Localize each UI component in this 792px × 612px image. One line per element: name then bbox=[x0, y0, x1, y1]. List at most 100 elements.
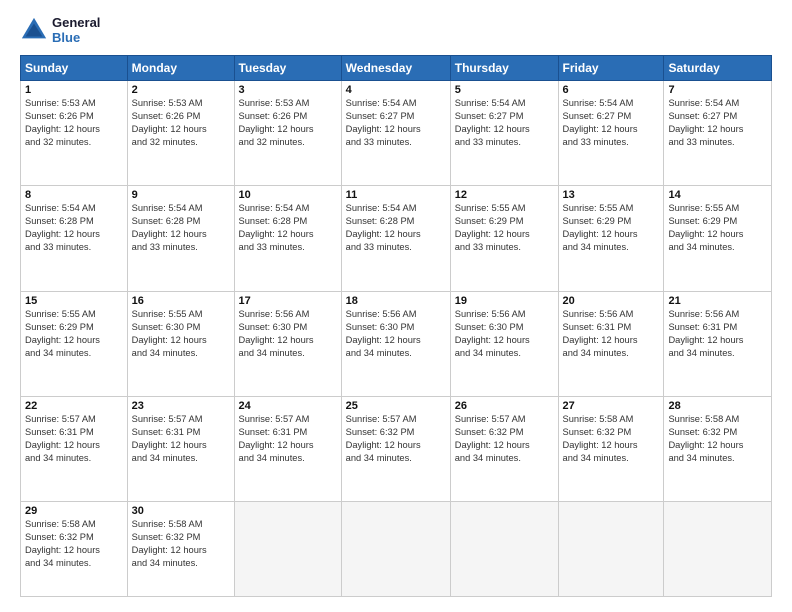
day-number: 3 bbox=[239, 84, 337, 96]
day-info: Sunrise: 5:57 AM Sunset: 6:32 PM Dayligh… bbox=[346, 413, 446, 465]
day-info: Sunrise: 5:57 AM Sunset: 6:31 PM Dayligh… bbox=[132, 413, 230, 465]
calendar-cell: 21Sunrise: 5:56 AM Sunset: 6:31 PM Dayli… bbox=[664, 291, 772, 396]
day-number: 28 bbox=[668, 400, 767, 412]
day-number: 13 bbox=[563, 189, 660, 201]
day-number: 4 bbox=[346, 84, 446, 96]
day-number: 14 bbox=[668, 189, 767, 201]
day-info: Sunrise: 5:56 AM Sunset: 6:30 PM Dayligh… bbox=[346, 308, 446, 360]
day-number: 5 bbox=[455, 84, 554, 96]
day-info: Sunrise: 5:56 AM Sunset: 6:30 PM Dayligh… bbox=[239, 308, 337, 360]
calendar-table: SundayMondayTuesdayWednesdayThursdayFrid… bbox=[20, 55, 772, 597]
day-number: 23 bbox=[132, 400, 230, 412]
calendar-cell: 24Sunrise: 5:57 AM Sunset: 6:31 PM Dayli… bbox=[234, 396, 341, 501]
calendar-week-row: 1Sunrise: 5:53 AM Sunset: 6:26 PM Daylig… bbox=[21, 81, 772, 186]
day-number: 18 bbox=[346, 295, 446, 307]
calendar-cell: 15Sunrise: 5:55 AM Sunset: 6:29 PM Dayli… bbox=[21, 291, 128, 396]
day-info: Sunrise: 5:58 AM Sunset: 6:32 PM Dayligh… bbox=[132, 518, 230, 570]
day-info: Sunrise: 5:54 AM Sunset: 6:27 PM Dayligh… bbox=[346, 97, 446, 149]
day-info: Sunrise: 5:58 AM Sunset: 6:32 PM Dayligh… bbox=[563, 413, 660, 465]
day-info: Sunrise: 5:57 AM Sunset: 6:31 PM Dayligh… bbox=[239, 413, 337, 465]
day-info: Sunrise: 5:56 AM Sunset: 6:30 PM Dayligh… bbox=[455, 308, 554, 360]
day-info: Sunrise: 5:58 AM Sunset: 6:32 PM Dayligh… bbox=[25, 518, 123, 570]
day-number: 1 bbox=[25, 84, 123, 96]
header: General Blue bbox=[20, 15, 772, 45]
calendar-cell: 17Sunrise: 5:56 AM Sunset: 6:30 PM Dayli… bbox=[234, 291, 341, 396]
calendar-header-monday: Monday bbox=[127, 56, 234, 81]
calendar-cell: 16Sunrise: 5:55 AM Sunset: 6:30 PM Dayli… bbox=[127, 291, 234, 396]
calendar-header-row: SundayMondayTuesdayWednesdayThursdayFrid… bbox=[21, 56, 772, 81]
calendar-header-wednesday: Wednesday bbox=[341, 56, 450, 81]
day-info: Sunrise: 5:54 AM Sunset: 6:27 PM Dayligh… bbox=[563, 97, 660, 149]
day-info: Sunrise: 5:54 AM Sunset: 6:28 PM Dayligh… bbox=[25, 202, 123, 254]
calendar-cell bbox=[558, 502, 664, 597]
calendar-cell: 6Sunrise: 5:54 AM Sunset: 6:27 PM Daylig… bbox=[558, 81, 664, 186]
logo: General Blue bbox=[20, 15, 100, 45]
calendar-header-friday: Friday bbox=[558, 56, 664, 81]
day-info: Sunrise: 5:55 AM Sunset: 6:29 PM Dayligh… bbox=[563, 202, 660, 254]
day-info: Sunrise: 5:55 AM Sunset: 6:29 PM Dayligh… bbox=[25, 308, 123, 360]
calendar-header-thursday: Thursday bbox=[450, 56, 558, 81]
day-number: 22 bbox=[25, 400, 123, 412]
day-info: Sunrise: 5:53 AM Sunset: 6:26 PM Dayligh… bbox=[25, 97, 123, 149]
day-number: 26 bbox=[455, 400, 554, 412]
day-info: Sunrise: 5:57 AM Sunset: 6:31 PM Dayligh… bbox=[25, 413, 123, 465]
day-number: 11 bbox=[346, 189, 446, 201]
calendar-cell: 30Sunrise: 5:58 AM Sunset: 6:32 PM Dayli… bbox=[127, 502, 234, 597]
day-info: Sunrise: 5:55 AM Sunset: 6:29 PM Dayligh… bbox=[668, 202, 767, 254]
calendar-cell: 27Sunrise: 5:58 AM Sunset: 6:32 PM Dayli… bbox=[558, 396, 664, 501]
calendar-cell: 3Sunrise: 5:53 AM Sunset: 6:26 PM Daylig… bbox=[234, 81, 341, 186]
calendar-week-row: 8Sunrise: 5:54 AM Sunset: 6:28 PM Daylig… bbox=[21, 186, 772, 291]
calendar-cell: 26Sunrise: 5:57 AM Sunset: 6:32 PM Dayli… bbox=[450, 396, 558, 501]
calendar-week-row: 22Sunrise: 5:57 AM Sunset: 6:31 PM Dayli… bbox=[21, 396, 772, 501]
day-info: Sunrise: 5:54 AM Sunset: 6:27 PM Dayligh… bbox=[668, 97, 767, 149]
day-info: Sunrise: 5:55 AM Sunset: 6:29 PM Dayligh… bbox=[455, 202, 554, 254]
calendar-cell bbox=[341, 502, 450, 597]
day-info: Sunrise: 5:53 AM Sunset: 6:26 PM Dayligh… bbox=[132, 97, 230, 149]
calendar-cell: 25Sunrise: 5:57 AM Sunset: 6:32 PM Dayli… bbox=[341, 396, 450, 501]
calendar-cell: 2Sunrise: 5:53 AM Sunset: 6:26 PM Daylig… bbox=[127, 81, 234, 186]
calendar-cell: 9Sunrise: 5:54 AM Sunset: 6:28 PM Daylig… bbox=[127, 186, 234, 291]
day-number: 2 bbox=[132, 84, 230, 96]
day-number: 25 bbox=[346, 400, 446, 412]
day-number: 20 bbox=[563, 295, 660, 307]
day-info: Sunrise: 5:54 AM Sunset: 6:28 PM Dayligh… bbox=[346, 202, 446, 254]
day-info: Sunrise: 5:56 AM Sunset: 6:31 PM Dayligh… bbox=[563, 308, 660, 360]
day-info: Sunrise: 5:56 AM Sunset: 6:31 PM Dayligh… bbox=[668, 308, 767, 360]
calendar-week-row: 15Sunrise: 5:55 AM Sunset: 6:29 PM Dayli… bbox=[21, 291, 772, 396]
calendar-week-row: 29Sunrise: 5:58 AM Sunset: 6:32 PM Dayli… bbox=[21, 502, 772, 597]
calendar-cell: 22Sunrise: 5:57 AM Sunset: 6:31 PM Dayli… bbox=[21, 396, 128, 501]
page: General Blue SundayMondayTuesdayWednesda… bbox=[0, 0, 792, 612]
calendar-cell bbox=[234, 502, 341, 597]
day-number: 16 bbox=[132, 295, 230, 307]
day-number: 15 bbox=[25, 295, 123, 307]
day-number: 10 bbox=[239, 189, 337, 201]
calendar-cell: 19Sunrise: 5:56 AM Sunset: 6:30 PM Dayli… bbox=[450, 291, 558, 396]
logo-icon bbox=[20, 16, 48, 44]
calendar-cell: 29Sunrise: 5:58 AM Sunset: 6:32 PM Dayli… bbox=[21, 502, 128, 597]
day-number: 7 bbox=[668, 84, 767, 96]
calendar-cell: 8Sunrise: 5:54 AM Sunset: 6:28 PM Daylig… bbox=[21, 186, 128, 291]
day-number: 8 bbox=[25, 189, 123, 201]
day-number: 30 bbox=[132, 505, 230, 517]
calendar-header-sunday: Sunday bbox=[21, 56, 128, 81]
calendar-cell: 14Sunrise: 5:55 AM Sunset: 6:29 PM Dayli… bbox=[664, 186, 772, 291]
calendar-cell bbox=[664, 502, 772, 597]
calendar-header-saturday: Saturday bbox=[664, 56, 772, 81]
calendar-cell: 12Sunrise: 5:55 AM Sunset: 6:29 PM Dayli… bbox=[450, 186, 558, 291]
calendar-cell: 10Sunrise: 5:54 AM Sunset: 6:28 PM Dayli… bbox=[234, 186, 341, 291]
day-info: Sunrise: 5:54 AM Sunset: 6:28 PM Dayligh… bbox=[239, 202, 337, 254]
calendar-header-tuesday: Tuesday bbox=[234, 56, 341, 81]
day-info: Sunrise: 5:58 AM Sunset: 6:32 PM Dayligh… bbox=[668, 413, 767, 465]
calendar-cell: 4Sunrise: 5:54 AM Sunset: 6:27 PM Daylig… bbox=[341, 81, 450, 186]
day-number: 27 bbox=[563, 400, 660, 412]
calendar-cell: 23Sunrise: 5:57 AM Sunset: 6:31 PM Dayli… bbox=[127, 396, 234, 501]
day-info: Sunrise: 5:53 AM Sunset: 6:26 PM Dayligh… bbox=[239, 97, 337, 149]
day-number: 9 bbox=[132, 189, 230, 201]
calendar-cell: 5Sunrise: 5:54 AM Sunset: 6:27 PM Daylig… bbox=[450, 81, 558, 186]
day-number: 24 bbox=[239, 400, 337, 412]
day-info: Sunrise: 5:54 AM Sunset: 6:28 PM Dayligh… bbox=[132, 202, 230, 254]
calendar-cell: 28Sunrise: 5:58 AM Sunset: 6:32 PM Dayli… bbox=[664, 396, 772, 501]
day-number: 12 bbox=[455, 189, 554, 201]
calendar-cell: 13Sunrise: 5:55 AM Sunset: 6:29 PM Dayli… bbox=[558, 186, 664, 291]
calendar-cell: 18Sunrise: 5:56 AM Sunset: 6:30 PM Dayli… bbox=[341, 291, 450, 396]
